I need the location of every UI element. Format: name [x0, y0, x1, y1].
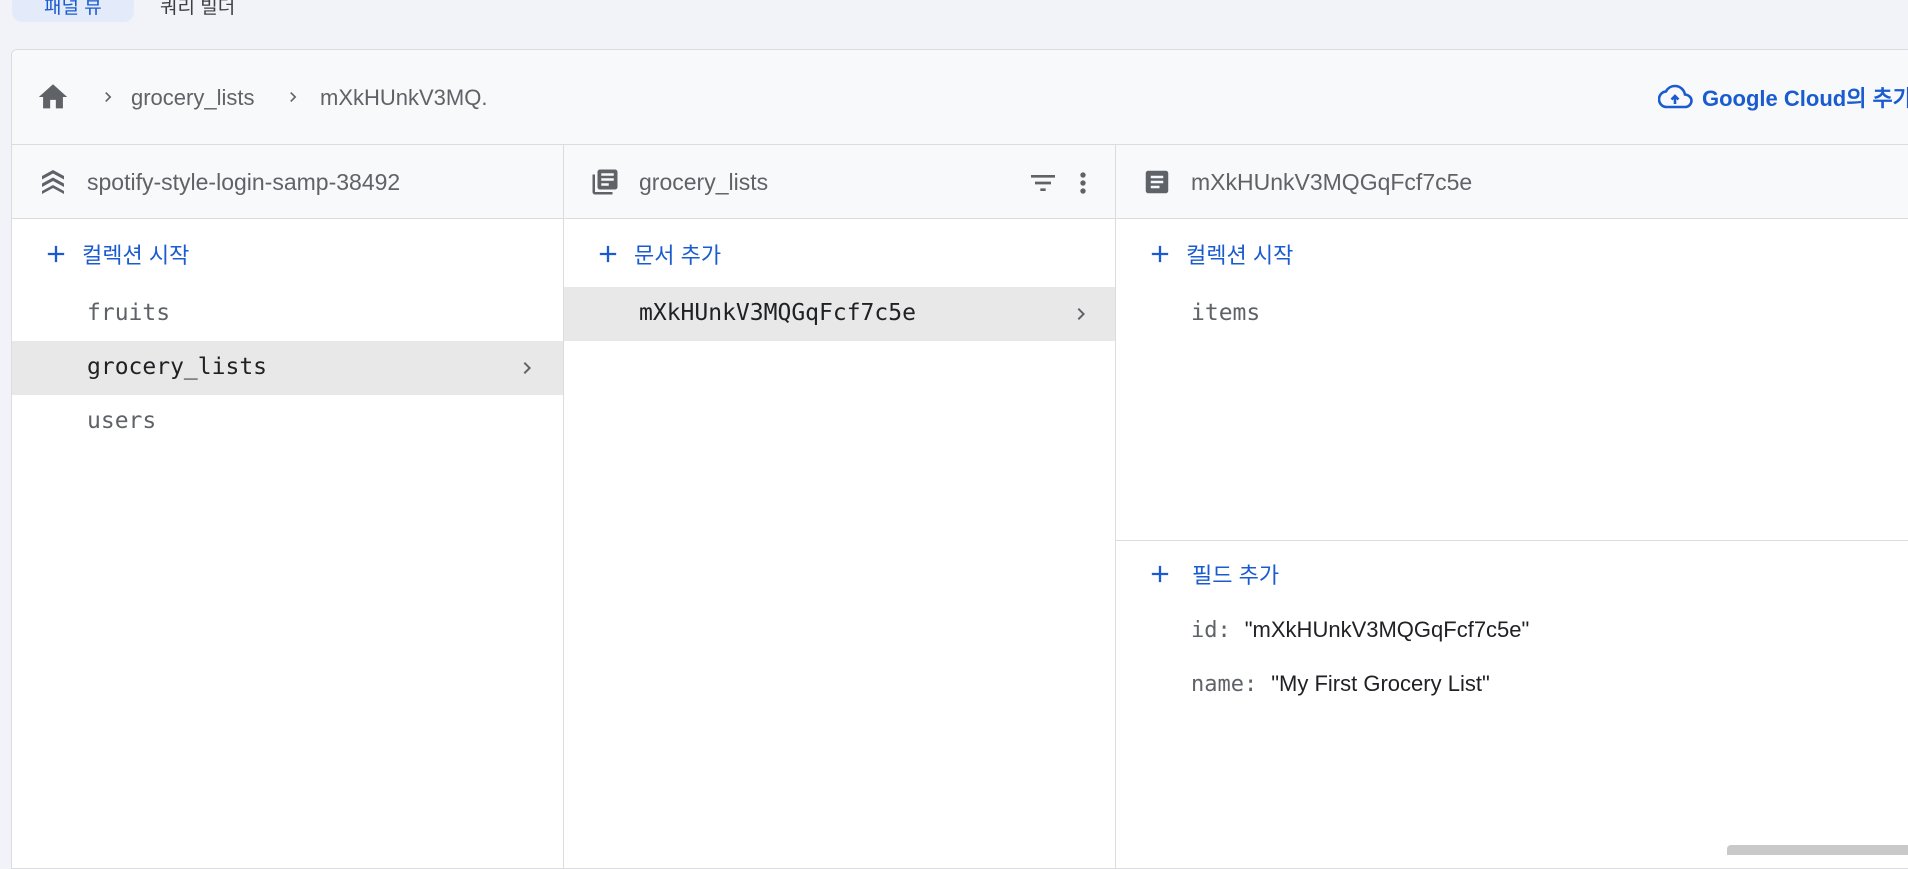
field-value: "mXkHUnkV3MQGqFcf7c5e"	[1244, 617, 1530, 642]
chevron-right-icon	[105, 92, 112, 102]
field-row[interactable]: name: "My First Grocery List"	[1191, 671, 1490, 705]
data-panel: grocery_lists mXkHUnkV3MQ. Google Cloud의…	[11, 49, 1908, 869]
chevron-right-icon	[290, 92, 297, 102]
list-item-label: fruits	[87, 300, 171, 326]
breadcrumb: grocery_lists mXkHUnkV3MQ. Google Cloud의…	[12, 50, 1908, 145]
field-row[interactable]: id: "mXkHUnkV3MQGqFcf7c5e"	[1191, 617, 1529, 651]
field-value: "My First Grocery List"	[1271, 671, 1490, 696]
document-title: mXkHUnkV3MQGqFcf7c5e	[1191, 169, 1473, 195]
section-divider	[1116, 540, 1908, 541]
list-item-label: items	[1191, 300, 1261, 326]
chevron-right-icon	[523, 362, 531, 374]
plus-icon	[47, 245, 65, 263]
filter-icon[interactable]	[1027, 167, 1059, 199]
collection-column: grocery_lists 문서 추가 mXkHUnkV3MQGqFcf7c5e	[564, 145, 1116, 868]
collection-item-grocery-lists[interactable]: grocery_lists	[12, 341, 563, 395]
plus-icon	[1151, 565, 1169, 583]
add-document-label: 문서 추가	[634, 243, 722, 268]
document-column-header: mXkHUnkV3MQGqFcf7c5e	[1116, 145, 1908, 219]
tab-query-builder[interactable]: 쿼리 빌더	[160, 0, 235, 19]
start-subcollection-label: 컬렉션 시작	[1186, 243, 1294, 268]
top-tabs: 패널 뷰 쿼리 빌더	[0, 0, 1908, 28]
firestore-icon	[42, 170, 64, 194]
project-title: spotify-style-login-samp-38492	[87, 169, 401, 195]
breadcrumb-collection[interactable]: grocery_lists	[131, 85, 254, 111]
list-item-label: grocery_lists	[87, 354, 268, 380]
collection-icon	[592, 169, 618, 195]
collection-item-fruits[interactable]: fruits	[12, 287, 563, 341]
list-item-label: mXkHUnkV3MQGqFcf7c5e	[639, 300, 916, 326]
collection-title: grocery_lists	[639, 169, 769, 195]
home-icon[interactable]	[36, 80, 70, 114]
field-colon: :	[1243, 672, 1258, 697]
gcloud-extensions-label: Google Cloud의 추가 기능	[1702, 86, 1908, 111]
add-document-button[interactable]: 문서 추가	[594, 237, 721, 271]
breadcrumb-document[interactable]: mXkHUnkV3MQ.	[320, 85, 487, 111]
more-vert-icon[interactable]	[1067, 167, 1099, 199]
collection-column-header: grocery_lists	[564, 145, 1115, 219]
collection-item-users[interactable]: users	[12, 395, 563, 449]
cloud-icon	[1658, 84, 1693, 109]
document-column: mXkHUnkV3MQGqFcf7c5e 컬렉션 시작 items 필드 추가 …	[1116, 145, 1908, 868]
start-collection-label: 컬렉션 시작	[82, 243, 190, 268]
gcloud-extensions-link[interactable]: Google Cloud의 추가 기능	[1658, 80, 1908, 114]
start-collection-button[interactable]: 컬렉션 시작	[42, 237, 189, 271]
root-column-header: spotify-style-login-samp-38492	[12, 145, 563, 219]
add-field-button[interactable]: 필드 추가	[1146, 557, 1279, 591]
field-key: id	[1191, 618, 1218, 643]
subcollection-item-items[interactable]: items	[1116, 287, 1816, 341]
bottom-overlay	[1727, 845, 1908, 855]
chevron-right-icon	[1077, 308, 1085, 320]
plus-icon	[1151, 245, 1169, 263]
field-key: name	[1191, 672, 1244, 697]
list-item-label: users	[87, 408, 157, 434]
tab-panel-view-label: 패널 뷰	[44, 0, 102, 18]
document-icon	[1145, 170, 1169, 194]
start-subcollection-button[interactable]: 컬렉션 시작	[1146, 237, 1293, 271]
add-field-label: 필드 추가	[1192, 563, 1280, 588]
root-column: spotify-style-login-samp-38492 컬렉션 시작 fr…	[12, 145, 564, 868]
field-colon: :	[1217, 618, 1231, 643]
document-item[interactable]: mXkHUnkV3MQGqFcf7c5e	[564, 287, 1115, 341]
plus-icon	[599, 245, 617, 263]
